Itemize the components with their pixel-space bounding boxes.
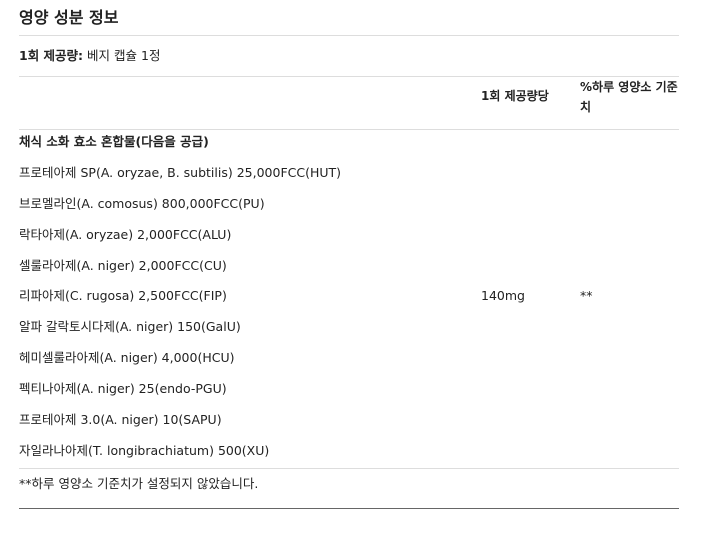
blend-rows: 채식 소화 효소 혼합물(다음을 공급) 프로테아제 SP(A. oryzae,… [19, 130, 679, 469]
ingredient-item: 헤미셀룰라아제(A. niger) 4,000(HCU) [19, 350, 235, 365]
blend-amount: 140mg [481, 288, 525, 303]
daily-value-header: %하루 영양소 기준치 [580, 80, 678, 114]
ingredient-item: 알파 갈락토시다제(A. niger) 150(GalU) [19, 319, 241, 334]
ingredient-item: 브로멜라인(A. comosus) 800,000FCC(PU) [19, 196, 265, 211]
ingredient-item: 락타아제(A. oryzae) 2,000FCC(ALU) [19, 227, 232, 242]
ingredient-item: 리파아제(C. rugosa) 2,500FCC(FIP) [19, 288, 227, 303]
ingredient-item: 펙티나아제(A. niger) 25(endo-PGU) [19, 381, 227, 396]
serving-size-label: 1회 제공량: [19, 48, 84, 63]
blend-daily-value: ** [580, 288, 593, 303]
serving-size-value: 베지 캡슐 1정 [87, 48, 161, 63]
amount-per-serving-header: 1회 제공량당 [481, 89, 549, 103]
serving-size-row: 1회 제공량: 베지 캡슐 1정 [19, 36, 679, 77]
ingredient-item: 자일라나아제(T. longibrachiatum) 500(XU) [19, 443, 270, 458]
supplement-facts-panel: 영양 성분 정보 1회 제공량: 베지 캡슐 1정 1회 제공량당 %하루 영양… [19, 0, 679, 509]
ingredient-item: 셀룰라아제(A. niger) 2,000FCC(CU) [19, 258, 227, 273]
blend-title: 채식 소화 효소 혼합물(다음을 공급) [19, 134, 209, 149]
panel-title: 영양 성분 정보 [19, 0, 679, 36]
ingredient-item: 프로테아제 SP(A. oryzae, B. subtilis) 25,000F… [19, 165, 342, 180]
column-header-row: 1회 제공량당 %하루 영양소 기준치 [19, 77, 679, 130]
footnote: **하루 영양소 기준치가 설정되지 않았습니다. [19, 469, 679, 509]
ingredient-item: 프로테아제 3.0(A. niger) 10(SAPU) [19, 412, 222, 427]
